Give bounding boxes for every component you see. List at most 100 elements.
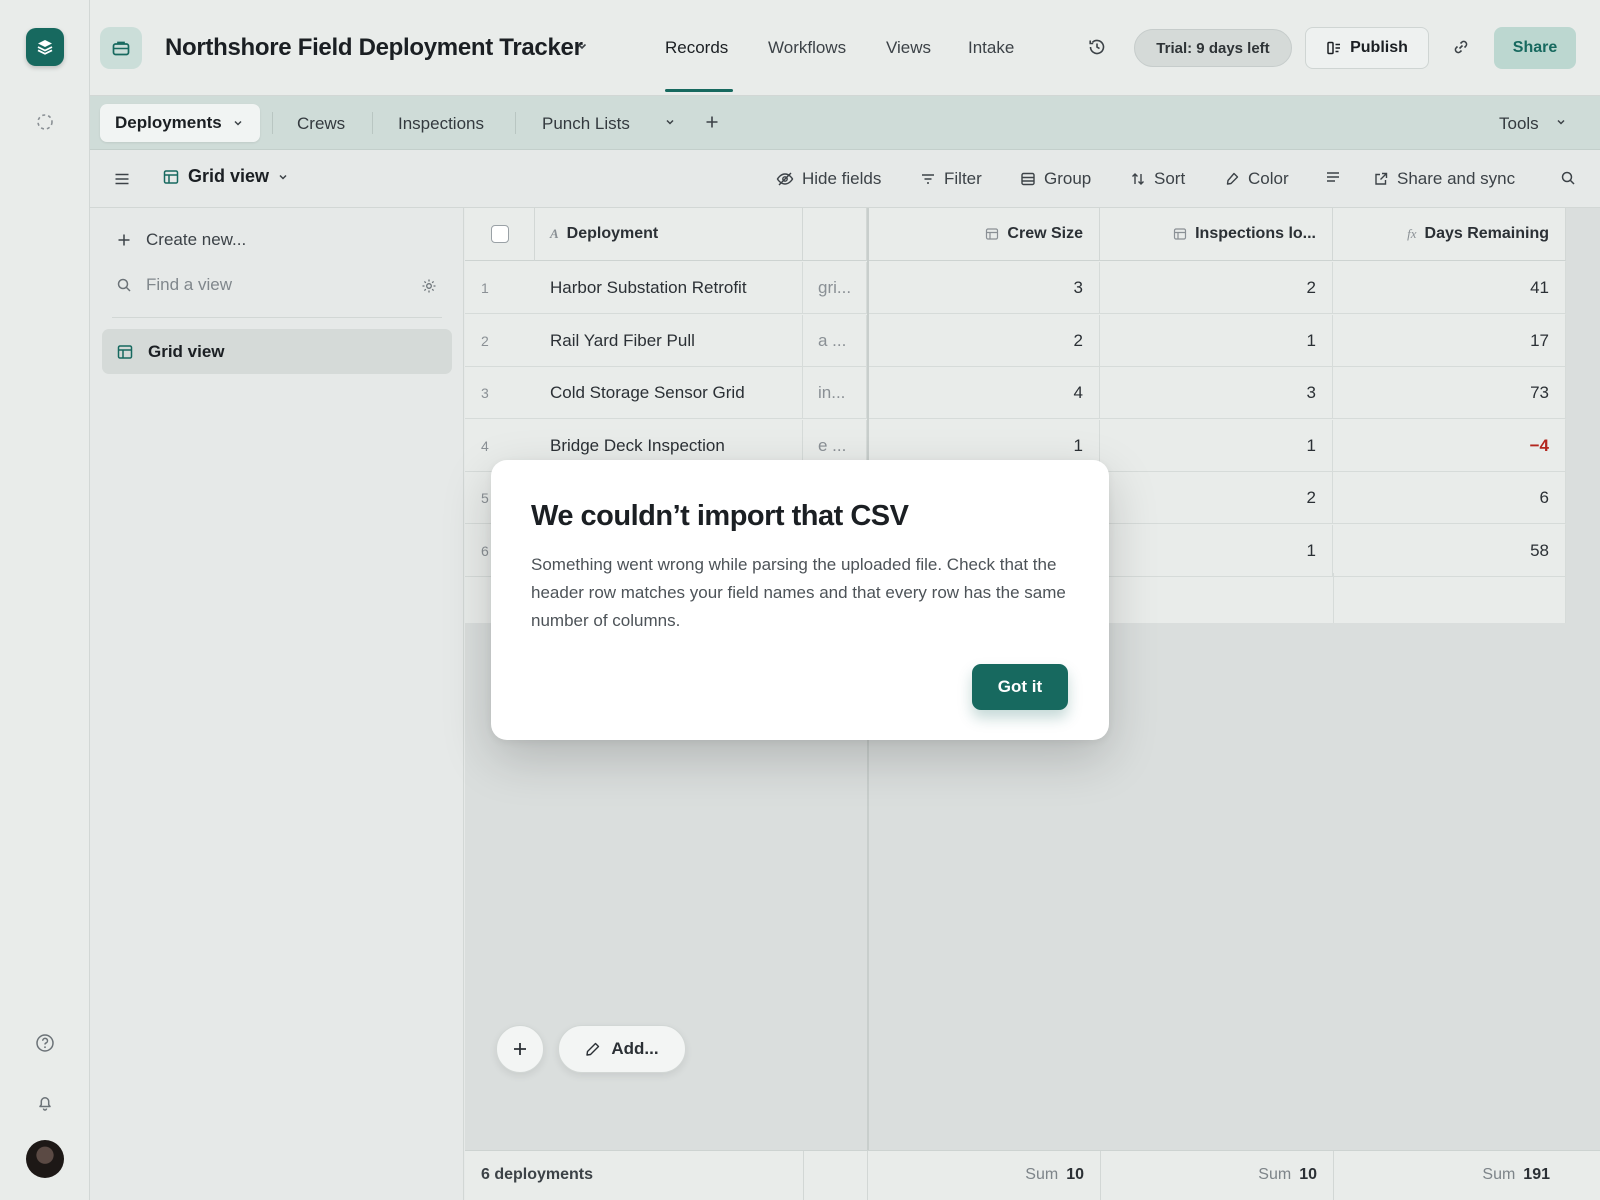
- column-header-label: Crew Size: [1007, 225, 1083, 242]
- crew-size-cell[interactable]: 2: [867, 314, 1100, 367]
- nav-tab-workflows[interactable]: Workflows: [768, 38, 846, 58]
- deployment-cell[interactable]: Cold Storage Sensor Grid: [535, 367, 803, 419]
- select-all-checkbox-cell: [465, 208, 535, 261]
- tab-divider: [515, 112, 516, 134]
- row-number: 1: [481, 280, 489, 296]
- help-icon[interactable]: [34, 1032, 56, 1054]
- column-header-inspections[interactable]: Inspections lo...: [1100, 208, 1333, 261]
- trial-badge[interactable]: Trial: 9 days left: [1134, 29, 1292, 67]
- sidebar-item-grid-view[interactable]: Grid view: [102, 329, 452, 374]
- app-logo-icon[interactable]: [26, 28, 64, 66]
- table-row[interactable]: 2 Rail Yard Fiber Pull a ... 2 1 17: [465, 314, 1566, 367]
- find-view-input[interactable]: Find a view: [116, 275, 232, 295]
- nav-tab-views[interactable]: Views: [886, 38, 931, 58]
- add-button[interactable]: Add...: [558, 1025, 686, 1073]
- sum-value: 191: [1523, 1166, 1550, 1183]
- find-view-placeholder: Find a view: [146, 275, 232, 294]
- share-button[interactable]: Share: [1494, 27, 1576, 69]
- inspections-cell[interactable]: 2: [1100, 472, 1333, 524]
- group-icon: [1020, 171, 1036, 187]
- days-remaining-cell[interactable]: −4: [1333, 419, 1566, 472]
- row-number: 3: [481, 385, 489, 401]
- history-icon[interactable]: [1087, 37, 1107, 57]
- user-avatar[interactable]: [26, 1140, 64, 1178]
- tools-chevron-icon[interactable]: [1555, 116, 1567, 128]
- tools-menu[interactable]: Tools: [1499, 114, 1539, 134]
- days-remaining-cell[interactable]: 58: [1333, 524, 1566, 577]
- pencil-icon: [585, 1041, 601, 1057]
- group-button[interactable]: Group: [1020, 169, 1091, 189]
- footer-divider: [1100, 1151, 1101, 1200]
- days-remaining-cell[interactable]: 6: [1333, 472, 1566, 524]
- table-tab-punch-lists[interactable]: Punch Lists: [542, 114, 630, 134]
- create-new-view-button[interactable]: Create new...: [116, 230, 246, 250]
- grid-summary-bar: 6 deployments Sum 10 Sum 10 Sum 191: [465, 1150, 1600, 1200]
- more-tables-chevron-icon[interactable]: [664, 116, 676, 128]
- view-switcher[interactable]: Grid view: [162, 166, 289, 187]
- days-remaining-cell[interactable]: 73: [1333, 367, 1566, 419]
- notifications-bell-icon[interactable]: [34, 1092, 56, 1114]
- table-row[interactable]: 3 Cold Storage Sensor Grid in... 4 3 73: [465, 367, 1566, 419]
- sort-button[interactable]: Sort: [1130, 169, 1185, 189]
- row-height-icon[interactable]: [1325, 169, 1341, 185]
- table-tab-deployments[interactable]: Deployments: [100, 104, 260, 142]
- got-it-button[interactable]: Got it: [972, 664, 1068, 710]
- view-settings-gear-icon[interactable]: [421, 278, 437, 294]
- inspections-cell[interactable]: 3: [1100, 367, 1333, 419]
- add-table-plus-icon[interactable]: [704, 114, 720, 130]
- table-tab-inspections[interactable]: Inspections: [398, 114, 484, 134]
- inspections-cell[interactable]: 1: [1100, 419, 1333, 472]
- chevron-down-icon[interactable]: [232, 117, 244, 129]
- notes-cell[interactable]: a ...: [803, 314, 867, 367]
- base-menu-chevron-icon[interactable]: [575, 39, 589, 53]
- base-briefcase-icon[interactable]: [100, 27, 142, 69]
- column-header-label: Deployment: [566, 225, 659, 242]
- inspections-cell[interactable]: 2: [1100, 262, 1333, 314]
- publish-button[interactable]: Publish: [1305, 27, 1429, 69]
- deployment-cell[interactable]: Rail Yard Fiber Pull: [535, 314, 803, 367]
- column-header-deployment[interactable]: A Deployment: [535, 208, 803, 261]
- filter-button[interactable]: Filter: [920, 169, 982, 189]
- crew-size-cell[interactable]: 3: [867, 262, 1100, 314]
- empty-cell: [1333, 573, 1566, 623]
- days-remaining-sum[interactable]: Sum 191: [1482, 1166, 1550, 1184]
- view-name: Grid view: [188, 166, 270, 186]
- filter-label: Filter: [944, 169, 982, 188]
- nav-tab-records[interactable]: Records: [665, 38, 728, 58]
- column-header-days-remaining[interactable]: fx Days Remaining: [1333, 208, 1566, 261]
- deployment-cell[interactable]: Harbor Substation Retrofit: [535, 262, 803, 314]
- inspections-sum[interactable]: Sum 10: [1258, 1166, 1317, 1184]
- row-number: 6: [481, 542, 489, 559]
- footer-divider: [867, 1151, 868, 1200]
- create-new-label: Create new...: [146, 230, 247, 249]
- crew-size-sum[interactable]: Sum 10: [1025, 1166, 1084, 1184]
- search-icon[interactable]: [1560, 170, 1576, 186]
- base-title[interactable]: Northshore Field Deployment Tracker: [165, 34, 583, 62]
- select-all-checkbox[interactable]: [490, 225, 509, 243]
- inspections-cell[interactable]: 1: [1100, 524, 1333, 577]
- chevron-down-icon: [277, 171, 289, 183]
- table-tab-label: Deployments: [115, 113, 222, 132]
- notes-cell[interactable]: gri...: [803, 262, 867, 314]
- column-header-notes[interactable]: [803, 208, 867, 261]
- table-tab-crews[interactable]: Crews: [297, 114, 345, 134]
- column-header-crew-size[interactable]: Crew Size: [867, 208, 1100, 261]
- toggle-sidebar-menu-icon[interactable]: [113, 170, 131, 188]
- share-and-sync-button[interactable]: Share and sync: [1373, 169, 1515, 189]
- publish-icon: [1326, 40, 1342, 56]
- hide-fields-button[interactable]: Hide fields: [776, 169, 881, 189]
- color-button[interactable]: Color: [1224, 169, 1289, 189]
- days-remaining-cell[interactable]: 41: [1333, 262, 1566, 314]
- notes-cell[interactable]: in...: [803, 367, 867, 419]
- crew-size-cell[interactable]: 4: [867, 367, 1100, 419]
- add-record-plus-button[interactable]: [496, 1025, 544, 1073]
- inspections-cell[interactable]: 1: [1100, 314, 1333, 367]
- copy-link-icon[interactable]: [1452, 38, 1470, 56]
- sort-icon: [1130, 171, 1146, 187]
- table-row[interactable]: 1 Harbor Substation Retrofit gri... 3 2 41: [465, 262, 1566, 314]
- import-error-dialog: We couldn’t import that CSV Something we…: [491, 460, 1109, 740]
- days-remaining-cell[interactable]: 17: [1333, 314, 1566, 367]
- loading-spinner-icon[interactable]: [34, 111, 56, 133]
- grid-view-icon: [162, 168, 180, 186]
- nav-tab-intake[interactable]: Intake: [968, 38, 1014, 58]
